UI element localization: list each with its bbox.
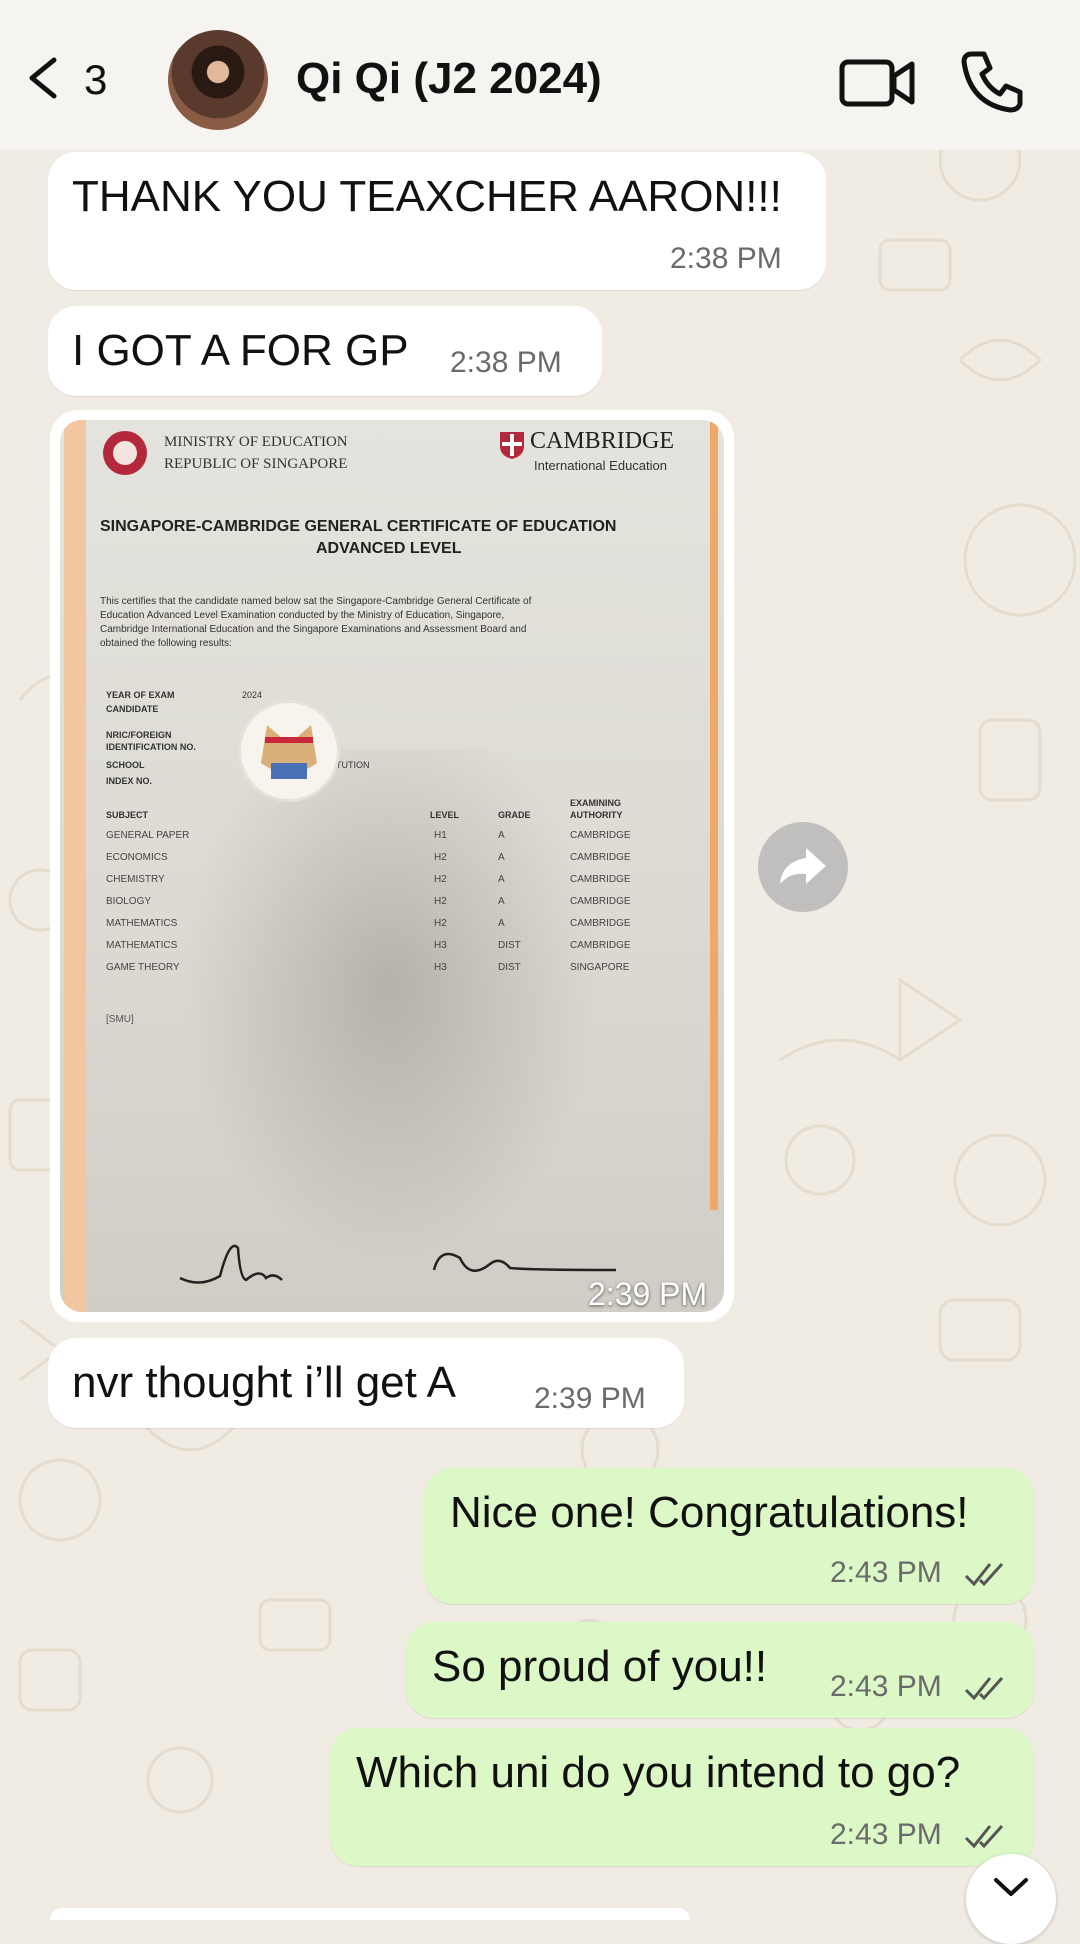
cert-index-label: INDEX NO. (106, 776, 153, 786)
message-text: nvr thought i’ll get A (72, 1358, 457, 1407)
cert-body-line: Education Advanced Level Examination con… (100, 610, 505, 621)
result-authority: CAMBRIDGE (570, 852, 631, 863)
result-grade: A (498, 918, 505, 929)
result-level: H2 (434, 874, 447, 885)
cert-nric-label: NRIC/FOREIGN (106, 730, 172, 740)
contact-name[interactable]: Qi Qi (J2 2024) (296, 54, 602, 104)
result-subject: MATHEMATICS (106, 940, 178, 951)
message-time: 2:43 PM (830, 1670, 942, 1703)
cert-title-line1: SINGAPORE-CAMBRIDGE GENERAL CERTIFICATE … (100, 518, 617, 535)
message-bubble-incoming[interactable]: nvr thought i’ll get A 2:39 PM (48, 1338, 684, 1428)
cert-year-label: YEAR OF EXAM (106, 690, 175, 700)
result-grade: A (498, 830, 505, 841)
result-subject: GENERAL PAPER (106, 830, 190, 841)
message-bubble-outgoing[interactable]: So proud of you!! 2:43 PM (406, 1622, 1034, 1718)
double-check-icon (964, 1562, 1004, 1587)
results-header-authority: AUTHORITY (570, 810, 623, 820)
cert-smu-note: [SMU] (106, 1014, 134, 1025)
results-header-level: LEVEL (430, 810, 460, 820)
cert-nric-label: IDENTIFICATION NO. (106, 742, 196, 752)
result-authority: CAMBRIDGE (570, 940, 631, 951)
certificate-border (710, 420, 718, 1210)
message-text: So proud of you!! (432, 1642, 768, 1691)
message-bubble-incoming[interactable]: THANK YOU TEAXCHER AARON!!! 2:38 PM (48, 152, 826, 290)
result-subject: BIOLOGY (106, 896, 152, 907)
message-time: 2:43 PM (830, 1556, 942, 1589)
message-time: 2:39 PM (534, 1382, 646, 1415)
chat-header: 3 Qi Qi (J2 2024) (0, 0, 1080, 150)
result-authority: CAMBRIDGE (570, 918, 631, 929)
cert-candidate-label: CANDIDATE (106, 704, 159, 714)
message-time: 2:38 PM (670, 242, 782, 275)
result-subject: ECONOMICS (106, 852, 168, 863)
back-button[interactable]: 3 (18, 48, 128, 108)
cert-moe-line2: REPUBLIC OF SINGAPORE (164, 456, 348, 472)
result-grade: DIST (498, 962, 521, 973)
results-header-grade: GRADE (498, 810, 531, 820)
cert-moe-line1: MINISTRY OF EDUCATION (164, 434, 348, 450)
result-grade: DIST (498, 940, 521, 951)
result-authority: CAMBRIDGE (570, 896, 631, 907)
result-grade: A (498, 896, 505, 907)
result-level: H1 (434, 830, 447, 841)
result-level: H3 (434, 962, 447, 973)
result-subject: MATHEMATICS (106, 918, 178, 929)
cambridge-shield-icon (500, 432, 524, 459)
message-text: Which uni do you intend to go? (356, 1748, 961, 1797)
photo-message-bubble[interactable]: MINISTRY OF EDUCATION REPUBLIC OF SINGAP… (50, 410, 734, 1322)
result-grade: A (498, 874, 505, 885)
cat-sticker-icon (261, 725, 317, 779)
video-call-button[interactable] (838, 52, 918, 112)
next-message-edge (50, 1908, 690, 1920)
cert-body-line: This certifies that the candidate named … (100, 596, 532, 607)
scroll-to-bottom-button[interactable] (966, 1854, 1056, 1944)
unread-count: 3 (84, 56, 108, 103)
result-grade: A (498, 852, 505, 863)
photo-shadow (180, 750, 600, 1270)
sticker-overlay (238, 700, 340, 802)
double-check-icon (964, 1676, 1004, 1701)
video-camera-icon (839, 59, 915, 107)
result-authority: CAMBRIDGE (570, 874, 631, 885)
chevron-left-icon (29, 57, 57, 99)
forward-arrow-icon (780, 848, 826, 884)
result-authority: SINGAPORE (570, 962, 630, 973)
cert-body-line: obtained the following results: (100, 638, 232, 649)
cert-cambridge-line1: CAMBRIDGE (530, 428, 675, 454)
result-level: H2 (434, 896, 447, 907)
result-level: H2 (434, 918, 447, 929)
result-authority: CAMBRIDGE (570, 830, 631, 841)
signature-left (179, 1244, 283, 1284)
result-subject: GAME THEORY (106, 962, 180, 973)
double-check-icon (964, 1824, 1004, 1849)
cert-school-label: SCHOOL (106, 760, 145, 770)
message-text: Nice one! Congratulations! (450, 1488, 969, 1537)
photo-time: 2:39 PM (588, 1276, 708, 1312)
certificate-photo[interactable]: MINISTRY OF EDUCATION REPUBLIC OF SINGAP… (60, 420, 724, 1312)
message-bubble-incoming[interactable]: I GOT A FOR GP 2:38 PM (48, 306, 602, 396)
cert-title-line2: ADVANCED LEVEL (316, 540, 462, 557)
results-header-authority: EXAMINING (570, 798, 622, 808)
certificate-border (64, 420, 86, 1312)
result-level: H3 (434, 940, 447, 951)
result-level: H2 (434, 852, 447, 863)
message-time: 2:43 PM (830, 1818, 942, 1851)
message-bubble-outgoing[interactable]: Nice one! Congratulations! 2:43 PM (424, 1468, 1034, 1604)
result-subject: CHEMISTRY (106, 874, 165, 885)
cert-body-line: Cambridge International Education and th… (100, 624, 527, 635)
voice-call-button[interactable] (958, 46, 1028, 116)
forward-button[interactable] (758, 822, 848, 912)
message-text: I GOT A FOR GP (72, 326, 409, 375)
cert-year-value: 2024 (242, 690, 263, 700)
avatar[interactable] (168, 30, 268, 130)
chevron-down-icon (994, 1878, 1028, 1896)
results-header-subject: SUBJECT (106, 810, 149, 820)
message-time: 2:38 PM (450, 346, 562, 379)
moe-crest-icon (103, 431, 147, 475)
cert-cambridge-line2: International Education (534, 458, 667, 473)
message-bubble-outgoing[interactable]: Which uni do you intend to go? 2:43 PM (330, 1728, 1034, 1866)
phone-icon (961, 51, 1023, 113)
message-text: THANK YOU TEAXCHER AARON!!! (72, 172, 782, 221)
